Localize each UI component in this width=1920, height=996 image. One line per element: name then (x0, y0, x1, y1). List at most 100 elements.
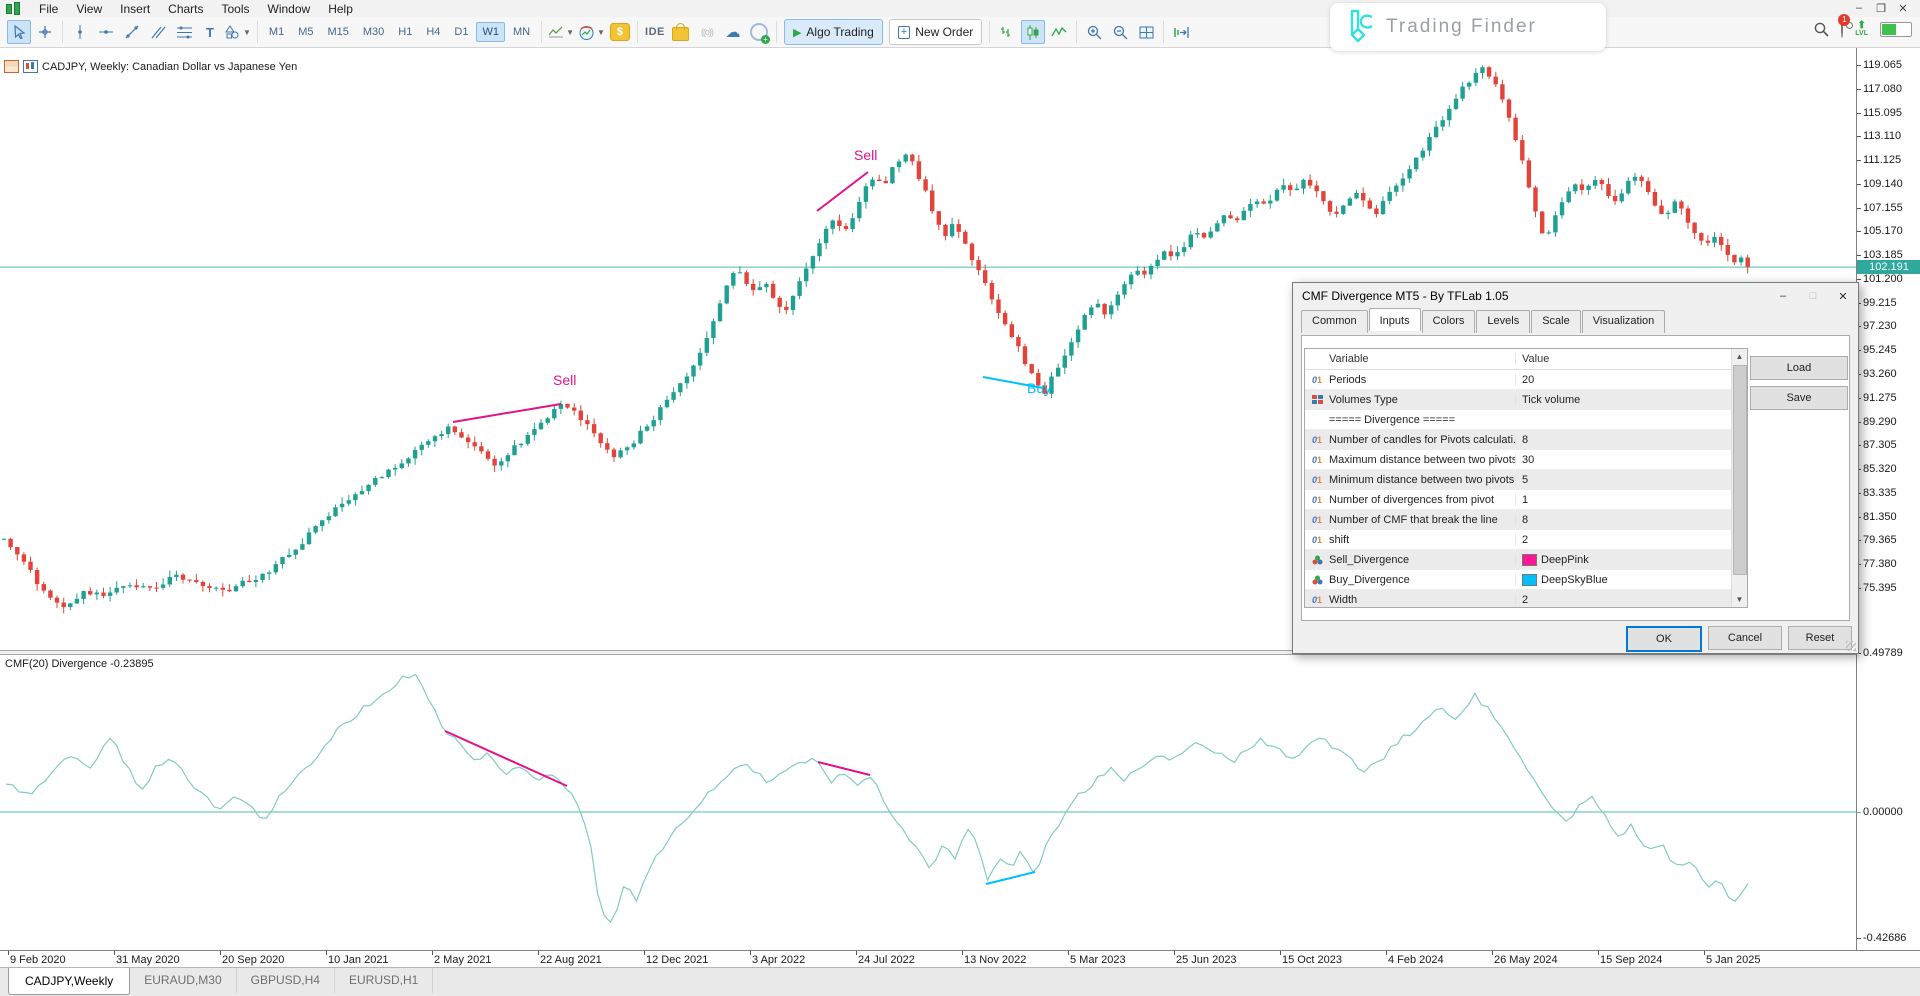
dialog-tab-colors[interactable]: Colors (1422, 310, 1476, 333)
account-button[interactable]: 1 (1841, 20, 1843, 38)
text-tool-button[interactable]: T (198, 20, 222, 44)
line-style-button[interactable] (1047, 20, 1071, 44)
search-icon[interactable] (1814, 22, 1829, 37)
cursor-tool-button[interactable] (7, 20, 31, 44)
indicators-button[interactable]: ▼ (577, 20, 606, 44)
param-value[interactable]: 5 (1515, 474, 1747, 486)
price-axis[interactable]: 119.065117.080115.095113.110111.125109.1… (1856, 48, 1920, 950)
market-button[interactable] (669, 20, 693, 44)
param-row-width[interactable]: 01Width2 (1305, 590, 1747, 608)
shapes-dropdown-icon[interactable]: ▼ (243, 28, 251, 37)
cancel-button[interactable]: Cancel (1708, 626, 1782, 650)
scrollbar-thumb[interactable] (1733, 365, 1747, 575)
level-indicator[interactable]: ⬆ LVL (1855, 21, 1868, 37)
shapes-tool-button[interactable]: ▼ (224, 20, 252, 44)
param-value[interactable]: 30 (1515, 454, 1747, 466)
menu-insert[interactable]: Insert (111, 1, 159, 17)
dialog-title-bar[interactable]: CMF Divergence MT5 - By TFLab 1.05 – □ ✕ (1293, 283, 1858, 309)
timeframe-h1[interactable]: H1 (392, 22, 418, 42)
scroll-down-icon[interactable]: ▼ (1732, 592, 1747, 607)
timeframe-w1[interactable]: W1 (476, 22, 505, 42)
param-row-number-of-candles-for-pivots-calculati[interactable]: 01Number of candles for Pivots calculati… (1305, 430, 1747, 450)
new-order-button[interactable]: + New Order (889, 19, 982, 45)
metaeditor-ide-button[interactable]: IDE (643, 20, 667, 44)
dialog-tab-scale[interactable]: Scale (1531, 310, 1581, 333)
scroll-up-icon[interactable]: ▲ (1732, 349, 1747, 364)
param-row-maximum-distance-between-two-pivots[interactable]: 01Maximum distance between two pivots30 (1305, 450, 1747, 470)
channel-tool-button[interactable] (146, 20, 170, 44)
dialog-close-button[interactable]: ✕ (1828, 290, 1858, 303)
dialog-tab-levels[interactable]: Levels (1476, 310, 1530, 333)
algo-trading-button[interactable]: ▶ Algo Trading (784, 19, 883, 45)
dialog-tab-visualization[interactable]: Visualization (1582, 310, 1666, 333)
param-value[interactable]: DeepSkyBlue (1515, 574, 1747, 586)
param-row-minimum-distance-between-two-pivots[interactable]: 01Minimum distance between two pivots5 (1305, 470, 1747, 490)
timeframe-mn[interactable]: MN (507, 22, 536, 42)
timeframe-m30[interactable]: M30 (357, 22, 390, 42)
param-row-shift[interactable]: 01shift2 (1305, 530, 1747, 550)
param-row-number-of-divergences-from-pivot[interactable]: 01Number of divergences from pivot1 (1305, 490, 1747, 510)
dialog-minimize-button[interactable]: – (1768, 290, 1798, 303)
chart-tab-gbpusd-h4[interactable]: GBPUSD,H4 (237, 968, 335, 993)
crosshair-tool-button[interactable] (33, 20, 57, 44)
dialog-tab-inputs[interactable]: Inputs (1369, 308, 1421, 331)
tile-windows-button[interactable] (1134, 20, 1158, 44)
menu-charts[interactable]: Charts (159, 1, 212, 17)
timeframe-d1[interactable]: D1 (448, 22, 474, 42)
param-value[interactable]: DeepPink (1515, 554, 1747, 566)
param-value[interactable]: 2 (1515, 534, 1747, 546)
param-row-periods[interactable]: 01Periods20 (1305, 370, 1747, 390)
chart-template-button[interactable]: ▼ (547, 20, 575, 44)
param-value[interactable]: 2 (1515, 594, 1747, 606)
horizontal-line-tool-button[interactable] (94, 20, 118, 44)
deposit-button[interactable]: $ (608, 20, 632, 44)
param-value[interactable]: 8 (1515, 514, 1747, 526)
param-row-sell-divergence[interactable]: Sell_DivergenceDeepPink (1305, 550, 1747, 570)
chart-tab-cadjpy-weekly[interactable]: CADJPY,Weekly (8, 968, 130, 995)
chart-tab-euraud-m30[interactable]: EURAUD,M30 (130, 968, 236, 993)
dialog-maximize-button[interactable]: □ (1798, 290, 1828, 303)
trendline-tool-button[interactable] (120, 20, 144, 44)
menu-view[interactable]: View (67, 1, 111, 17)
dialog-resize-grip[interactable] (1846, 641, 1856, 651)
date-axis[interactable]: 9 Feb 202031 May 202020 Sep 202010 Jan 2… (0, 950, 1920, 968)
menu-window[interactable]: Window (259, 1, 320, 17)
chart-shift-button[interactable] (1169, 20, 1193, 44)
param-row-number-of-cmf-that-break-the-line[interactable]: 01Number of CMF that break the line8 (1305, 510, 1747, 530)
timeframe-h4[interactable]: H4 (420, 22, 446, 42)
menu-help[interactable]: Help (319, 1, 362, 17)
param-row-volumes-type[interactable]: Volumes TypeTick volume (1305, 390, 1747, 410)
zoom-out-button[interactable] (1108, 20, 1132, 44)
ok-button[interactable]: OK (1626, 626, 1702, 652)
menu-file[interactable]: File (30, 1, 67, 17)
dialog-tab-common[interactable]: Common (1301, 310, 1368, 333)
bar-chart-style-button[interactable] (995, 20, 1019, 44)
load-button[interactable]: Load (1750, 356, 1848, 380)
table-scrollbar[interactable]: ▲ ▼ (1731, 349, 1747, 607)
timeframe-m15[interactable]: M15 (321, 22, 354, 42)
window-minimize-button[interactable]: – (1848, 2, 1870, 15)
vps-cloud-button[interactable]: ☁ (721, 20, 745, 44)
reset-button[interactable]: Reset (1788, 626, 1852, 650)
zoom-in-button[interactable] (1082, 20, 1106, 44)
template-dropdown-icon[interactable]: ▼ (566, 28, 574, 37)
param-value[interactable]: 20 (1515, 374, 1747, 386)
param-value[interactable]: Tick volume (1515, 394, 1747, 406)
param-row-buy-divergence[interactable]: Buy_DivergenceDeepSkyBlue (1305, 570, 1747, 590)
chart-tab-eurusd-h1[interactable]: EURUSD,H1 (335, 968, 433, 993)
vertical-line-tool-button[interactable] (68, 20, 92, 44)
param-value[interactable]: 1 (1515, 494, 1747, 506)
save-button[interactable]: Save (1750, 386, 1848, 410)
timeframe-m5[interactable]: M5 (292, 22, 319, 42)
param-row-divergence[interactable]: ===== Divergence ===== (1305, 410, 1747, 430)
window-close-button[interactable]: ✕ (1892, 2, 1914, 15)
indicators-dropdown-icon[interactable]: ▼ (597, 28, 605, 37)
param-value[interactable]: 8 (1515, 434, 1747, 446)
signals-button[interactable]: ((o)) (695, 20, 719, 44)
timeframe-m1[interactable]: M1 (263, 22, 290, 42)
community-button[interactable] (747, 20, 771, 44)
window-restore-button[interactable]: ❐ (1870, 2, 1892, 15)
candles-style-button[interactable] (1021, 20, 1045, 44)
fibonacci-tool-button[interactable] (172, 20, 196, 44)
cmf-indicator-chart[interactable] (0, 653, 1856, 950)
